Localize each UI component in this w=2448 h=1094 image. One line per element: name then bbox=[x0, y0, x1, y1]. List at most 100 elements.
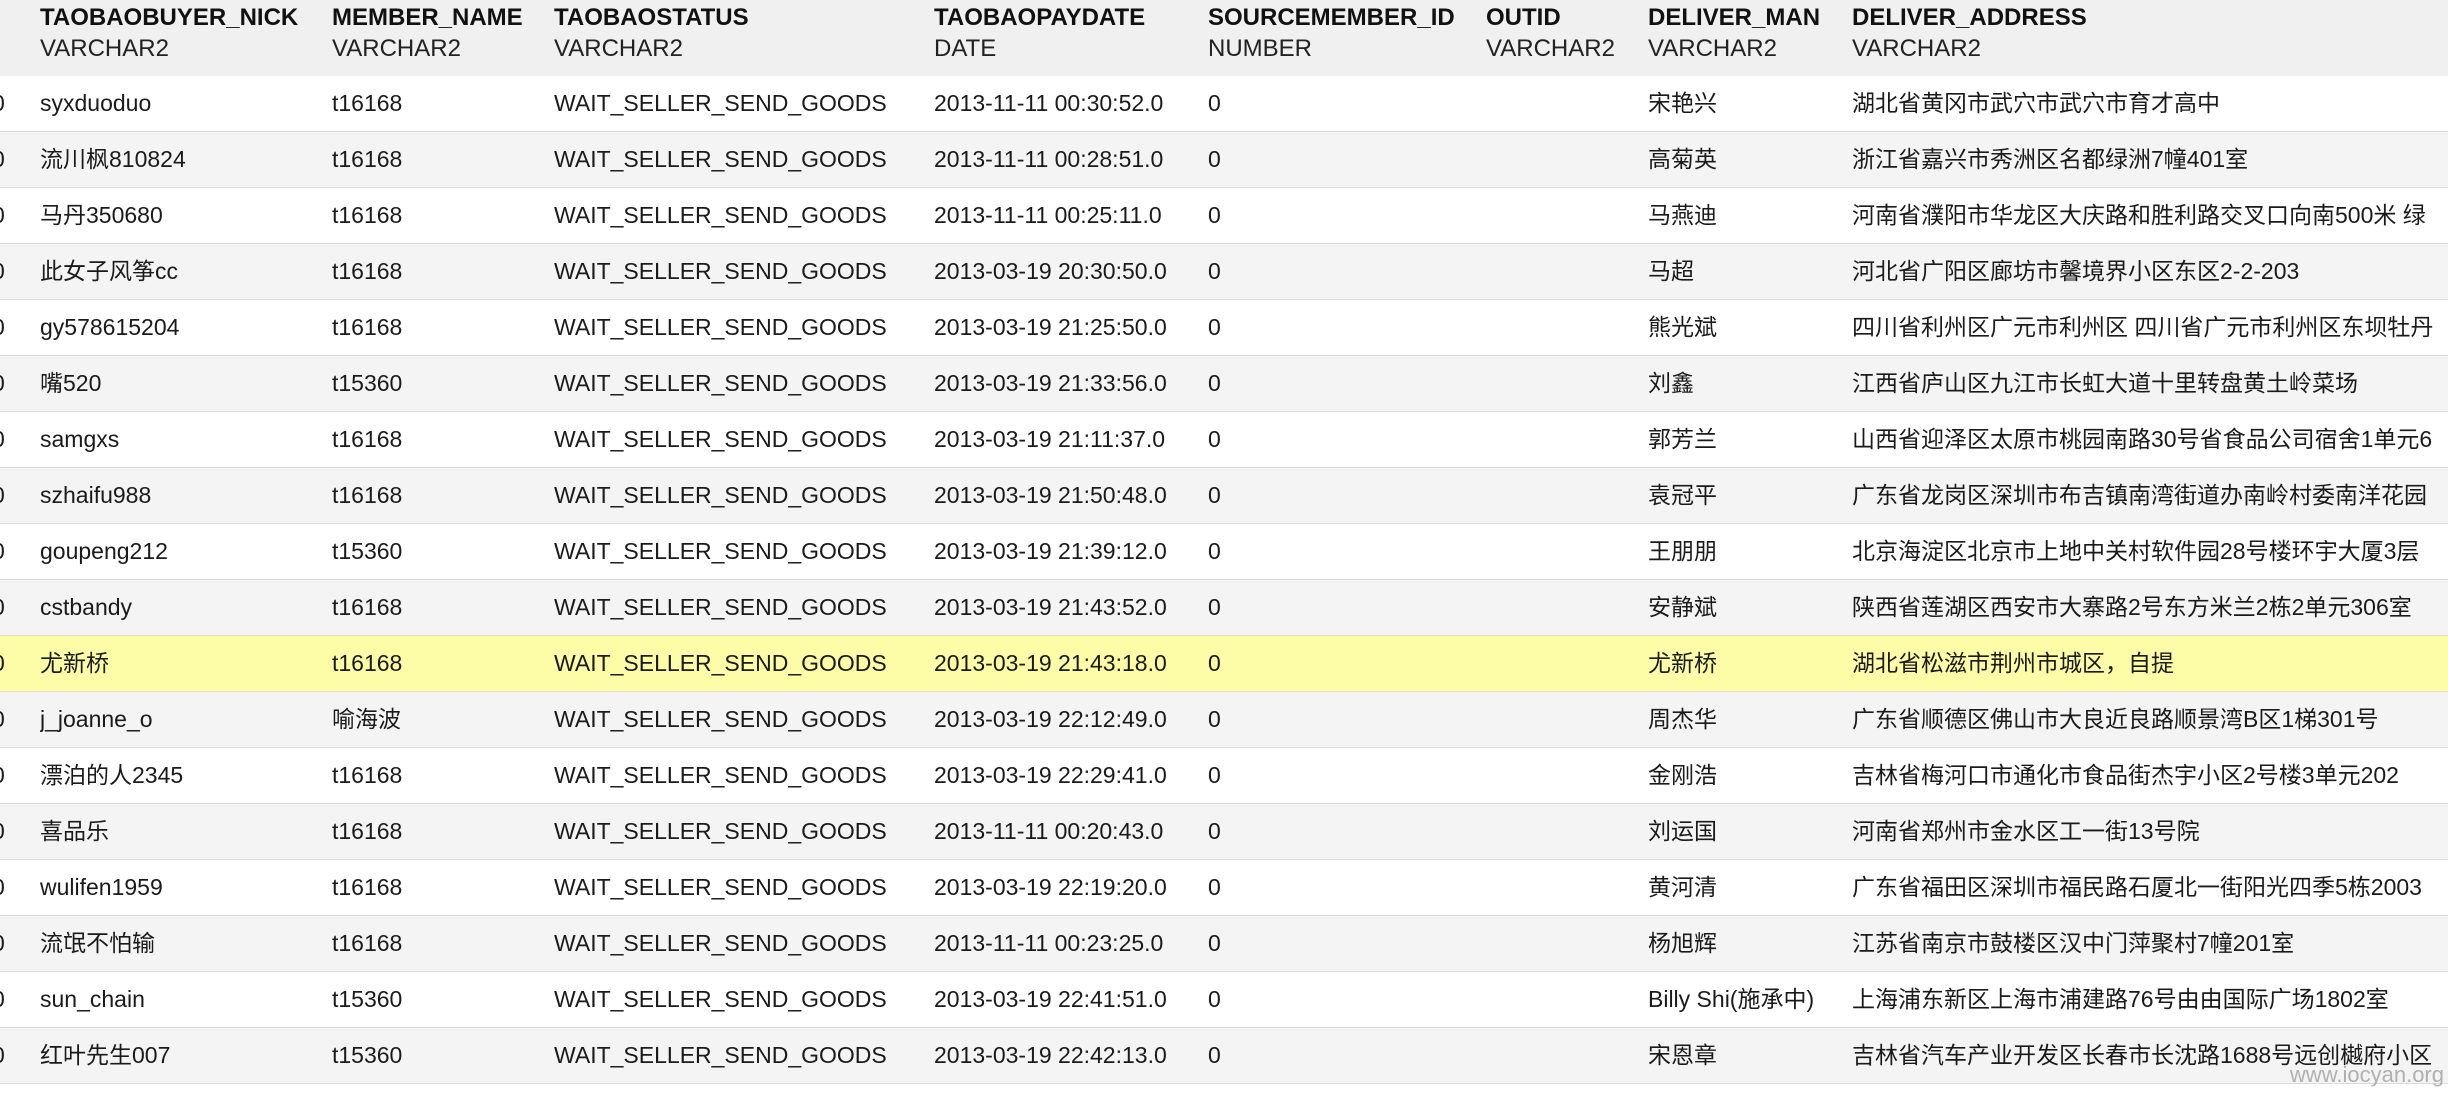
cell-taobaopaydate[interactable]: 2013-03-19 21:33:56.0 bbox=[934, 356, 1206, 411]
cell-deliver-address[interactable]: 河南省郑州市金水区工一街13号院 bbox=[1852, 804, 2448, 859]
cell-taobaobuyer-nick[interactable]: wulifen1959 bbox=[40, 860, 330, 915]
cell-deliver-address[interactable]: 陕西省莲湖区西安市大寨路2号东方米兰2栋2单元306室 bbox=[1852, 580, 2448, 635]
column-header-taobaostatus[interactable]: TAOBAOSTATUS VARCHAR2 bbox=[554, 0, 930, 76]
cell-taobaobuyer-nick[interactable]: sun_chain bbox=[40, 972, 330, 1027]
cell-member-name[interactable]: t15360 bbox=[332, 972, 552, 1027]
cell-deliver-man[interactable]: 刘运国 bbox=[1648, 804, 1850, 859]
cell-taobaobuyer-nick[interactable]: 马丹350680 bbox=[40, 188, 330, 243]
cell-taobaopaydate[interactable]: 2013-11-11 00:28:51.0 bbox=[934, 132, 1206, 187]
cell-taobaobuyer-nick[interactable]: cstbandy bbox=[40, 580, 330, 635]
table-row[interactable]: 0 此女子风筝cct16168WAIT_SELLER_SEND_GOODS2013… bbox=[0, 244, 2448, 300]
column-header-taobaobuyer-nick[interactable]: TAOBAOBUYER_NICK VARCHAR2 bbox=[40, 0, 328, 76]
table-row[interactable]: 0 漂泊的人2345t16168WAIT_SELLER_SEND_GOODS201… bbox=[0, 748, 2448, 804]
cell-sourcemember-id[interactable]: 0 bbox=[1208, 524, 1484, 579]
table-row[interactable]: 0 samgxst16168WAIT_SELLER_SEND_GOODS2013-… bbox=[0, 412, 2448, 468]
cell-taobaopaydate[interactable]: 2013-03-19 22:19:20.0 bbox=[934, 860, 1206, 915]
cell-taobaostatus[interactable]: WAIT_SELLER_SEND_GOODS bbox=[554, 692, 932, 747]
cell-sourcemember-id[interactable]: 0 bbox=[1208, 412, 1484, 467]
cell-deliver-man[interactable]: 周杰华 bbox=[1648, 692, 1850, 747]
cell-taobaobuyer-nick[interactable]: syxduoduo bbox=[40, 76, 330, 131]
table-row[interactable]: 0 喜品乐t16168WAIT_SELLER_SEND_GOODS2013-11-… bbox=[0, 804, 2448, 860]
cell-taobaostatus[interactable]: WAIT_SELLER_SEND_GOODS bbox=[554, 1028, 932, 1083]
cell-taobaostatus[interactable]: WAIT_SELLER_SEND_GOODS bbox=[554, 860, 932, 915]
cell-deliver-address[interactable]: 吉林省梅河口市通化市食品街杰宇小区2号楼3单元202 bbox=[1852, 748, 2448, 803]
column-header-deliver-address[interactable]: DELIVER_ADDRESS VARCHAR2 bbox=[1852, 0, 2444, 76]
cell-sourcemember-id[interactable]: 0 bbox=[1208, 972, 1484, 1027]
cell-sourcemember-id[interactable]: 0 bbox=[1208, 748, 1484, 803]
cell-taobaostatus[interactable]: WAIT_SELLER_SEND_GOODS bbox=[554, 748, 932, 803]
cell-deliver-man[interactable]: 宋艳兴 bbox=[1648, 76, 1850, 131]
cell-taobaopaydate[interactable]: 2013-03-19 22:41:51.0 bbox=[934, 972, 1206, 1027]
cell-taobaostatus[interactable]: WAIT_SELLER_SEND_GOODS bbox=[554, 972, 932, 1027]
cell-member-name[interactable]: t16168 bbox=[332, 860, 552, 915]
column-header-outid[interactable]: OUTID VARCHAR2 bbox=[1486, 0, 1644, 76]
cell-taobaopaydate[interactable]: 2013-03-19 21:43:52.0 bbox=[934, 580, 1206, 635]
column-header-deliver-man[interactable]: DELIVER_MAN VARCHAR2 bbox=[1648, 0, 1848, 76]
cell-taobaostatus[interactable]: WAIT_SELLER_SEND_GOODS bbox=[554, 76, 932, 131]
cell-deliver-man[interactable]: 安静斌 bbox=[1648, 580, 1850, 635]
cell-taobaostatus[interactable]: WAIT_SELLER_SEND_GOODS bbox=[554, 132, 932, 187]
cell-taobaostatus[interactable]: WAIT_SELLER_SEND_GOODS bbox=[554, 468, 932, 523]
column-header-sourcemember-id[interactable]: SOURCEMEMBER_ID NUMBER bbox=[1208, 0, 1482, 76]
cell-taobaobuyer-nick[interactable]: j_joanne_o bbox=[40, 692, 330, 747]
cell-member-name[interactable]: t16168 bbox=[332, 468, 552, 523]
cell-deliver-man[interactable]: 马超 bbox=[1648, 244, 1850, 299]
cell-deliver-address[interactable]: 河南省濮阳市华龙区大庆路和胜利路交叉口向南500米 绿 bbox=[1852, 188, 2448, 243]
cell-taobaopaydate[interactable]: 2013-03-19 20:30:50.0 bbox=[934, 244, 1206, 299]
cell-outid[interactable] bbox=[1486, 804, 1646, 859]
cell-taobaostatus[interactable]: WAIT_SELLER_SEND_GOODS bbox=[554, 188, 932, 243]
cell-outid[interactable] bbox=[1486, 748, 1646, 803]
cell-member-name[interactable]: t16168 bbox=[332, 804, 552, 859]
cell-outid[interactable] bbox=[1486, 524, 1646, 579]
cell-sourcemember-id[interactable]: 0 bbox=[1208, 188, 1484, 243]
cell-taobaopaydate[interactable]: 2013-11-11 00:30:52.0 bbox=[934, 76, 1206, 131]
cell-taobaostatus[interactable]: WAIT_SELLER_SEND_GOODS bbox=[554, 244, 932, 299]
cell-deliver-man[interactable]: 王朋朋 bbox=[1648, 524, 1850, 579]
cell-taobaostatus[interactable]: WAIT_SELLER_SEND_GOODS bbox=[554, 636, 932, 691]
cell-deliver-address[interactable]: 广东省龙岗区深圳市布吉镇南湾街道办南岭村委南洋花园 bbox=[1852, 468, 2448, 523]
cell-taobaopaydate[interactable]: 2013-03-19 21:50:48.0 bbox=[934, 468, 1206, 523]
cell-member-name[interactable]: t16168 bbox=[332, 636, 552, 691]
cell-deliver-address[interactable]: 上海浦东新区上海市浦建路76号由由国际广场1802室 bbox=[1852, 972, 2448, 1027]
cell-deliver-address[interactable]: 北京海淀区北京市上地中关村软件园28号楼环宇大厦3层 bbox=[1852, 524, 2448, 579]
table-row[interactable]: 0 流川枫810824t16168WAIT_SELLER_SEND_GOODS20… bbox=[0, 132, 2448, 188]
cell-taobaostatus[interactable]: WAIT_SELLER_SEND_GOODS bbox=[554, 804, 932, 859]
cell-deliver-man[interactable]: Billy Shi(施承中) bbox=[1648, 972, 1850, 1027]
cell-sourcemember-id[interactable]: 0 bbox=[1208, 916, 1484, 971]
table-row[interactable]: 0 wulifen1959t16168WAIT_SELLER_SEND_GOODS… bbox=[0, 860, 2448, 916]
table-row-selected[interactable]: 0尤新桥t16168WAIT_SELLER_SEND_GOODS2013-03-… bbox=[0, 636, 2448, 692]
cell-taobaobuyer-nick[interactable]: samgxs bbox=[40, 412, 330, 467]
cell-outid[interactable] bbox=[1486, 412, 1646, 467]
cell-sourcemember-id[interactable]: 0 bbox=[1208, 692, 1484, 747]
cell-outid[interactable] bbox=[1486, 580, 1646, 635]
cell-member-name[interactable]: t15360 bbox=[332, 524, 552, 579]
cell-sourcemember-id[interactable]: 0 bbox=[1208, 804, 1484, 859]
cell-deliver-man[interactable]: 金刚浩 bbox=[1648, 748, 1850, 803]
cell-taobaopaydate[interactable]: 2013-03-19 21:43:18.0 bbox=[934, 636, 1206, 691]
cell-member-name[interactable]: t16168 bbox=[332, 916, 552, 971]
cell-taobaobuyer-nick[interactable]: gy578615204 bbox=[40, 300, 330, 355]
cell-sourcemember-id[interactable]: 0 bbox=[1208, 1028, 1484, 1083]
cell-deliver-address[interactable]: 四川省利州区广元市利州区 四川省广元市利州区东坝牡丹 bbox=[1852, 300, 2448, 355]
cell-deliver-man[interactable]: 袁冠平 bbox=[1648, 468, 1850, 523]
cell-taobaopaydate[interactable]: 2013-03-19 22:12:49.0 bbox=[934, 692, 1206, 747]
cell-taobaobuyer-nick[interactable]: 此女子风筝cc bbox=[40, 244, 330, 299]
cell-outid[interactable] bbox=[1486, 636, 1646, 691]
table-row[interactable]: 0 红叶先生007t15360WAIT_SELLER_SEND_GOODS2013… bbox=[0, 1028, 2448, 1084]
table-row[interactable]: 0 syxduoduot16168WAIT_SELLER_SEND_GOODS20… bbox=[0, 76, 2448, 132]
cell-outid[interactable] bbox=[1486, 300, 1646, 355]
cell-taobaopaydate[interactable]: 2013-11-11 00:25:11.0 bbox=[934, 188, 1206, 243]
cell-deliver-address[interactable]: 浙江省嘉兴市秀洲区名都绿洲7幢401室 bbox=[1852, 132, 2448, 187]
cell-deliver-man[interactable]: 宋恩章 bbox=[1648, 1028, 1850, 1083]
cell-deliver-man[interactable]: 尤新桥 bbox=[1648, 636, 1850, 691]
cell-taobaobuyer-nick[interactable]: 流氓不怕输 bbox=[40, 916, 330, 971]
cell-deliver-man[interactable]: 刘鑫 bbox=[1648, 356, 1850, 411]
cell-taobaobuyer-nick[interactable]: 漂泊的人2345 bbox=[40, 748, 330, 803]
cell-taobaostatus[interactable]: WAIT_SELLER_SEND_GOODS bbox=[554, 916, 932, 971]
cell-deliver-man[interactable]: 郭芳兰 bbox=[1648, 412, 1850, 467]
cell-deliver-man[interactable]: 黄河清 bbox=[1648, 860, 1850, 915]
cell-deliver-man[interactable]: 杨旭辉 bbox=[1648, 916, 1850, 971]
table-row[interactable]: 0 gy578615204t16168WAIT_SELLER_SEND_GOODS… bbox=[0, 300, 2448, 356]
cell-member-name[interactable]: t15360 bbox=[332, 356, 552, 411]
cell-outid[interactable] bbox=[1486, 468, 1646, 523]
